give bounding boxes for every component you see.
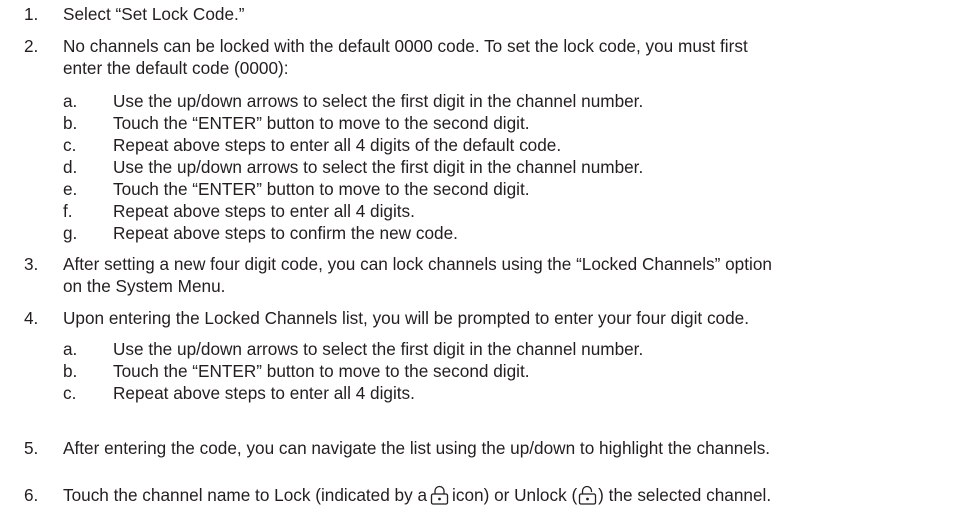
step-text: Touch the channel name to Lock (indicate… xyxy=(63,485,428,505)
substep-text: Touch the “ENTER” button to move to the … xyxy=(113,179,530,199)
substep-text: Repeat above steps to enter all 4 digits… xyxy=(113,135,562,155)
step-number: 5. xyxy=(24,438,39,458)
step-number: 1. xyxy=(24,4,39,24)
step-number: 4. xyxy=(24,308,39,328)
substep-text: Touch the “ENTER” button to move to the … xyxy=(113,361,530,381)
substep-text: Use the up/down arrows to select the fir… xyxy=(113,91,644,111)
substep: d. Use the up/down arrows to select the f… xyxy=(0,156,970,178)
step-number: 3. xyxy=(24,254,39,274)
substep-text: Use the up/down arrows to select the fir… xyxy=(113,157,644,177)
substep: g. Repeat above steps to confirm the new … xyxy=(0,222,970,244)
step-text: icon) or Unlock ( xyxy=(452,485,578,505)
step-text: enter the default code (0000): xyxy=(63,58,289,78)
substep-letter: c. xyxy=(63,135,77,155)
substep-letter: g. xyxy=(63,223,78,243)
step-number: 6. xyxy=(24,485,39,505)
instruction-page: 1. Select “Set Lock Code.” 2. No channel… xyxy=(0,0,970,531)
locked-padlock-icon xyxy=(430,485,449,510)
substep-letter: b. xyxy=(63,361,78,381)
step-text: Upon entering the Locked Channels list, … xyxy=(63,308,749,328)
substep-letter: a. xyxy=(63,91,78,111)
step-4-substeps: a. Use the up/down arrows to select the f… xyxy=(0,338,970,404)
substep: b. Touch the “ENTER” button to move to th… xyxy=(0,112,970,134)
step-text: on the System Menu. xyxy=(63,276,226,296)
unlocked-padlock-icon xyxy=(578,485,597,510)
step-text: ) the selected channel. xyxy=(598,485,772,505)
step-2-substeps: a. Use the up/down arrows to select the f… xyxy=(0,90,970,244)
substep: f. Repeat above steps to enter all 4 digi… xyxy=(0,200,970,222)
step-text: After setting a new four digit code, you… xyxy=(63,254,772,274)
substep-text: Repeat above steps to confirm the new co… xyxy=(113,223,458,243)
substep-text: Use the up/down arrows to select the fir… xyxy=(113,339,644,359)
substep-text: Repeat above steps to enter all 4 digits… xyxy=(113,201,415,221)
substep: c. Repeat above steps to enter all 4 digi… xyxy=(0,382,970,404)
substep-letter: f. xyxy=(63,201,73,221)
step-text: Select “Set Lock Code.” xyxy=(63,4,245,24)
substep-letter: d. xyxy=(63,157,78,177)
substep: e. Touch the “ENTER” button to move to th… xyxy=(0,178,970,200)
substep-letter: c. xyxy=(63,383,77,403)
substep-letter: b. xyxy=(63,113,78,133)
substep-text: Touch the “ENTER” button to move to the … xyxy=(113,113,530,133)
substep: b. Touch the “ENTER” button to move to th… xyxy=(0,360,970,382)
step-text: After entering the code, you can navigat… xyxy=(63,438,771,458)
substep-letter: e. xyxy=(63,179,78,199)
step-text: No channels can be locked with the defau… xyxy=(63,36,748,56)
substep: c. Repeat above steps to enter all 4 digi… xyxy=(0,134,970,156)
substep: a. Use the up/down arrows to select the f… xyxy=(0,90,970,112)
step-number: 2. xyxy=(24,36,39,56)
substep: a. Use the up/down arrows to select the f… xyxy=(0,338,970,360)
substep-letter: a. xyxy=(63,339,78,359)
substep-text: Repeat above steps to enter all 4 digits… xyxy=(113,383,415,403)
